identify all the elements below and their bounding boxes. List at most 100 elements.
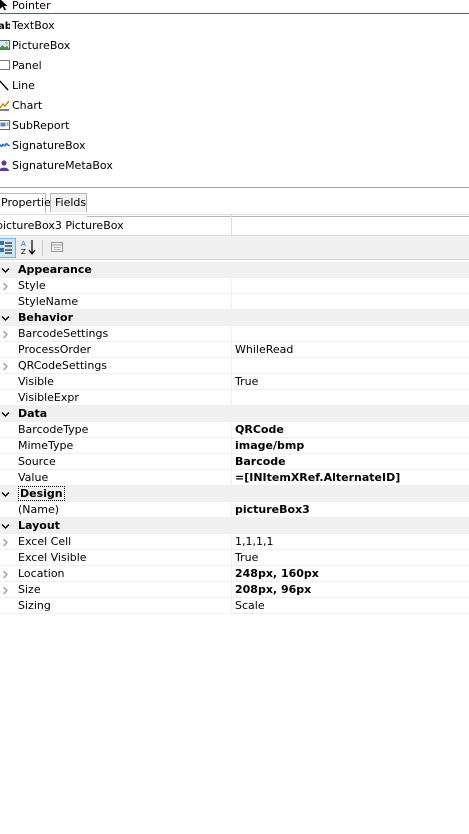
toolbox-panel: Pointer ab TextBox PictureBox Panel Line… <box>0 0 469 187</box>
property-row[interactable]: Style <box>0 278 469 294</box>
svg-text:ab: ab <box>0 21 10 31</box>
property-row[interactable]: StyleName <box>0 294 469 310</box>
property-name: QRCodeSettings <box>18 359 108 372</box>
toolbox-item-pointer[interactable]: Pointer <box>0 0 469 15</box>
property-grid: Appearance Style StyleName Behavior BarcodeS… <box>0 262 469 614</box>
column-separator <box>231 278 232 294</box>
property-value[interactable]: pictureBox3 <box>235 503 310 516</box>
signature-icon <box>0 138 10 152</box>
toolbox-item-label: Line <box>12 78 35 92</box>
chevron-right-icon[interactable] <box>0 585 10 595</box>
svg-text:A: A <box>21 240 26 248</box>
svg-text:Z: Z <box>21 248 26 255</box>
toolbox-item-signaturebox[interactable]: SignatureBox <box>0 135 469 155</box>
toolbox-item-label: SignatureMetaBox <box>12 158 113 172</box>
property-pages-button[interactable] <box>47 238 67 258</box>
property-row[interactable]: (Name) pictureBox3 <box>0 502 469 518</box>
column-separator <box>231 598 232 614</box>
property-value[interactable]: QRCode <box>235 423 284 436</box>
column-separator <box>231 470 232 486</box>
category-label: Data <box>18 407 48 420</box>
property-row[interactable]: Location 248px, 160px <box>0 566 469 582</box>
toolbox-item-label: SignatureBox <box>12 138 86 152</box>
object-selector[interactable]: pictureBox3 PictureBox <box>0 214 469 236</box>
property-value[interactable]: =[INItemXRef.AlternateID] <box>235 471 400 484</box>
chevron-right-icon[interactable] <box>0 281 10 291</box>
tab-fields[interactable]: Fields <box>50 193 87 212</box>
toolbox-item-chart[interactable]: Chart <box>0 95 469 115</box>
property-row[interactable]: Visible True <box>0 374 469 390</box>
property-value[interactable]: Barcode <box>235 455 286 468</box>
selector-separator <box>231 215 232 236</box>
chevron-down-icon[interactable] <box>0 265 10 275</box>
property-row[interactable]: BarcodeSettings <box>0 326 469 342</box>
toolbox-item-label: SubReport <box>12 118 70 132</box>
column-separator <box>231 374 232 390</box>
signature-meta-icon <box>0 158 10 172</box>
chevron-down-icon[interactable] <box>0 521 10 531</box>
property-value[interactable]: image/bmp <box>235 439 304 452</box>
property-row[interactable]: Size 208px, 96px <box>0 582 469 598</box>
property-name: Style <box>18 279 46 292</box>
properties-tabs: Properties Fields <box>0 193 469 217</box>
category-label: Behavior <box>18 311 74 324</box>
property-row[interactable]: Excel Visible True <box>0 550 469 566</box>
property-row[interactable]: Excel Cell 1,1,1,1 <box>0 534 469 550</box>
toolbox-item-line[interactable]: Line <box>0 75 469 95</box>
property-row[interactable]: MimeType image/bmp <box>0 438 469 454</box>
property-row[interactable]: Value =[INItemXRef.AlternateID] <box>0 470 469 486</box>
property-row[interactable]: BarcodeType QRCode <box>0 422 469 438</box>
property-name: MimeType <box>18 439 74 452</box>
property-value[interactable]: 1,1,1,1 <box>235 535 273 548</box>
property-value[interactable]: WhileRead <box>235 343 293 356</box>
column-separator <box>231 438 232 454</box>
textbox-icon: ab <box>0 18 10 32</box>
property-name: VisibleExpr <box>18 391 79 404</box>
toolbox-item-subreport[interactable]: SubReport <box>0 115 469 135</box>
column-separator <box>231 358 232 374</box>
category-row[interactable]: Data <box>0 406 469 422</box>
property-value[interactable]: 248px, 160px <box>235 567 319 580</box>
chevron-down-icon[interactable] <box>0 409 10 419</box>
chevron-down-icon[interactable] <box>0 489 10 499</box>
property-value[interactable]: True <box>235 375 258 388</box>
chevron-right-icon[interactable] <box>0 361 10 371</box>
property-value[interactable]: True <box>235 551 258 564</box>
chevron-right-icon[interactable] <box>0 569 10 579</box>
category-row[interactable]: Appearance <box>0 262 469 278</box>
property-name: BarcodeSettings <box>18 327 109 340</box>
column-separator <box>231 534 232 550</box>
categorized-button[interactable] <box>0 238 16 258</box>
category-label: Design <box>18 486 65 501</box>
toolbox-item-picturebox[interactable]: PictureBox <box>0 35 469 55</box>
toolbox-item-textbox[interactable]: ab TextBox <box>0 15 469 35</box>
chevron-right-icon[interactable] <box>0 329 10 339</box>
category-row[interactable]: Layout <box>0 518 469 534</box>
property-value[interactable]: Scale <box>235 599 265 612</box>
property-row[interactable]: Sizing Scale <box>0 598 469 614</box>
toolbox-item-panel[interactable]: Panel <box>0 55 469 75</box>
property-grid-toolbar: A Z <box>0 236 469 260</box>
property-row[interactable]: Source Barcode <box>0 454 469 470</box>
subreport-icon <box>0 118 10 132</box>
properties-panel: Properties Fields pictureBox3 PictureBox <box>0 188 469 834</box>
category-label: Layout <box>18 519 60 532</box>
property-name: Size <box>18 583 41 596</box>
alphabetical-button[interactable]: A Z <box>19 238 39 258</box>
column-separator <box>231 326 232 342</box>
property-name: (Name) <box>18 503 60 516</box>
property-row[interactable]: QRCodeSettings <box>0 358 469 374</box>
category-row[interactable]: Design <box>0 486 469 502</box>
property-name: StyleName <box>18 295 79 308</box>
toolbox-item-signaturemetabox[interactable]: SignatureMetaBox <box>0 155 469 175</box>
property-row[interactable]: VisibleExpr <box>0 390 469 406</box>
line-icon <box>0 78 10 92</box>
property-row[interactable]: ProcessOrder WhileRead <box>0 342 469 358</box>
chevron-down-icon[interactable] <box>0 313 10 323</box>
column-separator <box>231 422 232 438</box>
chevron-right-icon[interactable] <box>0 537 10 547</box>
tab-properties[interactable]: Properties <box>0 193 57 213</box>
category-row[interactable]: Behavior <box>0 310 469 326</box>
property-value[interactable]: 208px, 96px <box>235 583 311 596</box>
property-name: Sizing <box>18 599 51 612</box>
